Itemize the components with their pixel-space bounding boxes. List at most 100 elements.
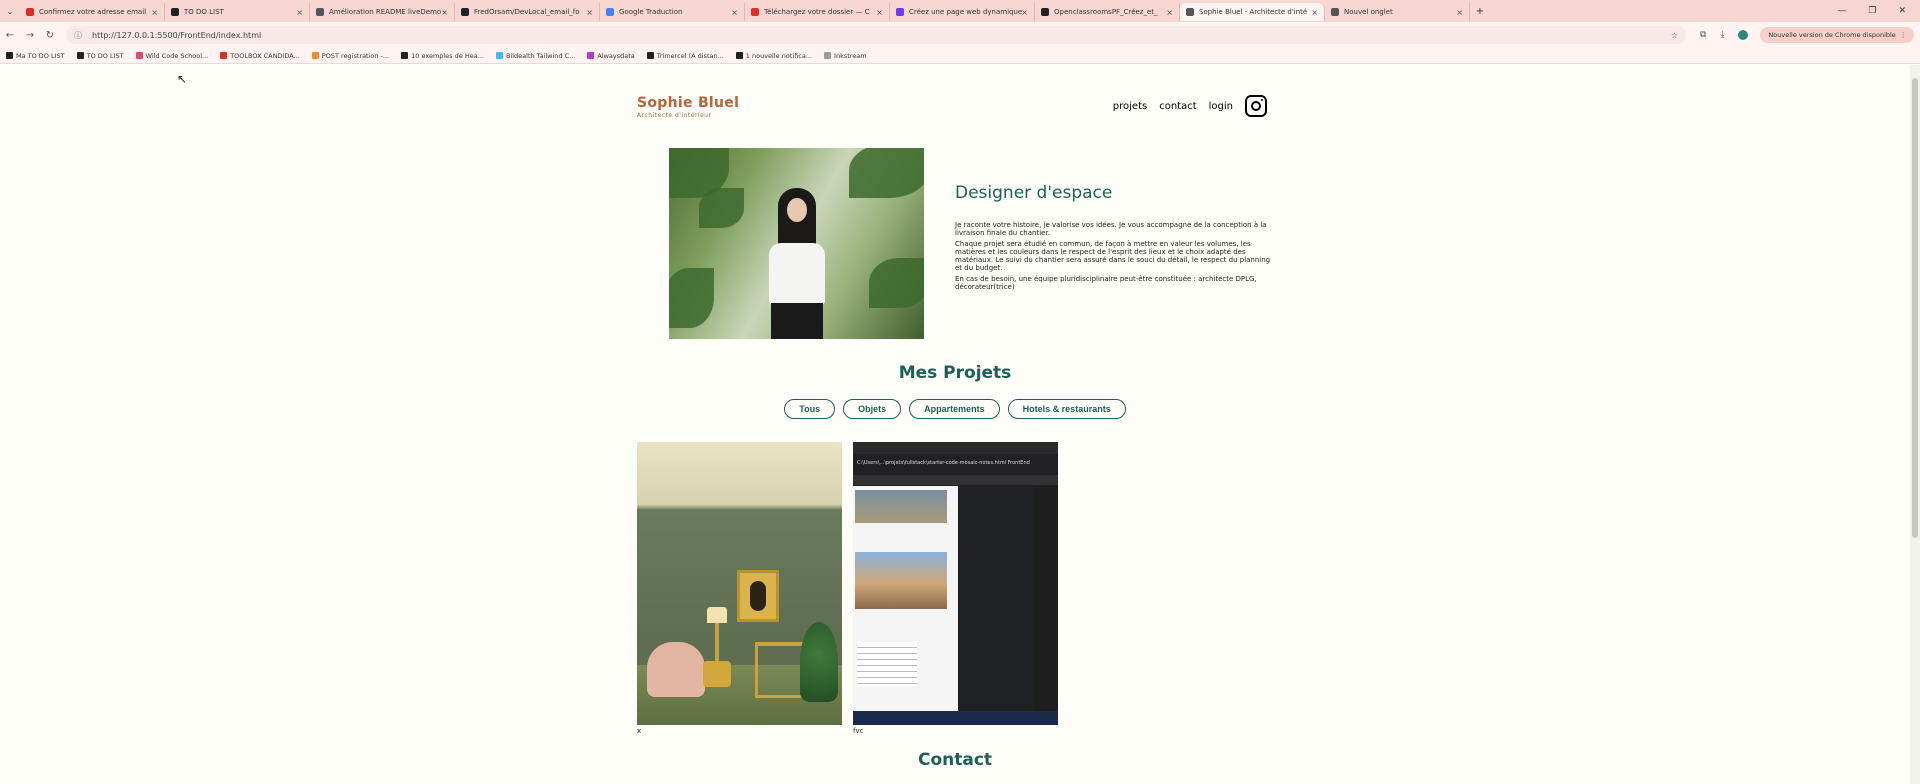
- bookmark-label: Inkstream: [834, 51, 867, 60]
- tab-label: Téléchargez votre dossier — C: [764, 8, 870, 16]
- minimize-icon[interactable]: —: [1837, 6, 1846, 16]
- screenshot-toolbar: [853, 475, 1058, 485]
- bookmark-favicon-icon: [735, 52, 743, 59]
- bookmark-item[interactable]: POST registration -...: [311, 51, 390, 60]
- extensions-icon[interactable]: ⧉: [1700, 30, 1706, 40]
- project-caption: fvc: [853, 727, 864, 735]
- browser-tab-bar: ⌄ Confirmez votre adresse email × TO DO LI…: [0, 0, 1920, 22]
- maximize-icon[interactable]: ❐: [1868, 6, 1876, 16]
- bookmark-favicon-icon: [311, 52, 319, 59]
- bookmark-item[interactable]: Ma TO DO LIST: [6, 52, 65, 60]
- tab-strip: Confirmez votre adresse email × TO DO LIST…: [20, 1, 1470, 21]
- projects-title: Mes Projets: [898, 363, 1012, 383]
- bookmark-label: TO DO LIST: [86, 51, 124, 60]
- leaf-decoration: [699, 188, 744, 228]
- instagram-icon[interactable]: [1245, 95, 1267, 117]
- browser-tab[interactable]: Confirmez votre adresse email ×: [20, 3, 165, 21]
- scrollbar-thumb[interactable]: [1912, 78, 1918, 538]
- address-bar[interactable]: ⓘ http://127.0.0.1:5500/FrontEnd/index.h…: [66, 26, 1686, 44]
- browser-tab[interactable]: Amélioration README liveDemo ×: [310, 3, 455, 21]
- browser-tab[interactable]: TO DO LIST ×: [165, 3, 310, 21]
- bookmark-item[interactable]: Inkstream: [824, 52, 867, 60]
- tab-label: Amélioration README liveDemo: [329, 8, 442, 16]
- project-caption: x: [637, 727, 642, 735]
- new-tab-button[interactable]: +: [1470, 6, 1490, 17]
- tab-close-icon[interactable]: ×: [1311, 8, 1318, 17]
- leaf-decoration: [669, 268, 714, 328]
- profile-avatar[interactable]: [1738, 30, 1749, 40]
- bookmark-label: Wild Code School...: [145, 51, 209, 60]
- chrome-update-button[interactable]: Nouvelle version de Chrome disponible ⋮: [1760, 27, 1915, 43]
- filter-objects-button[interactable]: Objets: [843, 399, 902, 419]
- web-page: Sophie Bluel Architecte d'intérieur proj…: [0, 65, 1910, 784]
- main-nav: projets contact login: [1113, 95, 1267, 117]
- tab-favicon-icon: [1331, 8, 1339, 16]
- tab-favicon-icon: [461, 8, 469, 16]
- bookmark-item[interactable]: Trimercel (À distan...: [646, 52, 724, 60]
- tab-favicon-icon: [606, 8, 614, 16]
- project-image-screenshot: C:\Users\...\projets\fullstack\starter-c…: [853, 442, 1058, 725]
- filter-all-button[interactable]: Tous: [784, 399, 836, 419]
- room-side-table: [703, 661, 731, 687]
- bookmark-star-icon[interactable]: ☆: [1671, 31, 1678, 40]
- bookmark-label: 1 nouvelle notifica...: [745, 51, 813, 60]
- tab-close-icon[interactable]: ×: [441, 8, 448, 17]
- nav-contact-link[interactable]: contact: [1159, 101, 1196, 112]
- bookmark-label: POST registration -...: [321, 51, 390, 60]
- tab-close-icon[interactable]: ×: [151, 8, 158, 17]
- bookmark-item[interactable]: Alwaysdata: [587, 51, 635, 60]
- filter-apartments-button[interactable]: Appartements: [909, 399, 1000, 419]
- bookmark-item[interactable]: Bildealth Tailwind C...: [495, 52, 575, 60]
- browser-tab[interactable]: FredOrsam/DevLocal_email_fo ×: [455, 3, 600, 21]
- reload-icon[interactable]: ↻: [40, 30, 60, 41]
- tab-close-icon[interactable]: ×: [296, 8, 303, 17]
- tab-close-icon[interactable]: ×: [1456, 8, 1463, 17]
- intro-paragraph: Je raconte votre histoire, je valorise v…: [955, 221, 1267, 237]
- mouse-cursor-icon: ↖: [177, 72, 188, 86]
- bookmark-favicon-icon: [76, 52, 84, 59]
- room-artwork: [737, 570, 779, 622]
- project-card[interactable]: x: [637, 442, 842, 735]
- bookmark-item[interactable]: TO DO LIST: [76, 51, 124, 60]
- bookmark-label: Ma TO DO LIST: [16, 51, 65, 60]
- tab-close-icon[interactable]: ×: [586, 8, 593, 17]
- bookmark-label: Alwaysdata: [597, 51, 635, 60]
- nav-projects-link[interactable]: projets: [1113, 101, 1147, 112]
- tab-close-icon[interactable]: ×: [876, 8, 883, 17]
- tab-close-icon[interactable]: ×: [1021, 8, 1028, 17]
- forward-icon[interactable]: →: [20, 30, 40, 41]
- bookmark-item[interactable]: Wild Code School...: [135, 51, 209, 60]
- close-window-icon[interactable]: ✕: [1898, 6, 1906, 16]
- intro-paragraph: En cas de besoin, une équipe pluridiscip…: [955, 275, 1257, 291]
- project-card[interactable]: C:\Users\...\projets\fullstack\starter-c…: [853, 442, 1058, 735]
- browser-tab[interactable]: Créez une page web dynamique ×: [890, 3, 1035, 21]
- downloads-icon[interactable]: ⤓: [1720, 30, 1724, 40]
- tab-close-icon[interactable]: ×: [731, 8, 738, 17]
- portrait-shirt: [769, 243, 825, 305]
- chrome-update-label: Nouvelle version de Chrome disponible: [1768, 31, 1896, 39]
- browser-tab[interactable]: Nouvel onglet ×: [1325, 3, 1470, 21]
- site-info-icon[interactable]: ⓘ: [74, 30, 84, 41]
- filter-hotels-button[interactable]: Hotels & restaurants: [1007, 399, 1126, 419]
- site-logo[interactable]: Sophie Bluel: [637, 95, 739, 111]
- browser-tab[interactable]: Sophie Bluel - Architecte d'inté ×: [1180, 3, 1325, 21]
- tab-favicon-icon: [171, 8, 179, 16]
- tab-search-icon[interactable]: ⌄: [0, 7, 20, 16]
- browser-tab[interactable]: OpenclassroomsPF_Créez_et_ ×: [1035, 3, 1180, 21]
- nav-login-link[interactable]: login: [1209, 101, 1233, 112]
- screenshot-taskbar: [853, 711, 1058, 725]
- kebab-menu-icon: ⋮: [1899, 31, 1907, 39]
- toolbar-icons: ⧉ ⤓: [1700, 30, 1749, 40]
- bookmark-item[interactable]: 10 exemples de Hea...: [401, 52, 484, 60]
- browser-tab[interactable]: Google Traduction ×: [600, 3, 745, 21]
- url-text: http://127.0.0.1:5500/FrontEnd/index.htm…: [92, 30, 262, 40]
- tab-close-icon[interactable]: ×: [1166, 8, 1173, 17]
- bookmark-item[interactable]: 1 nouvelle notifica...: [735, 51, 813, 60]
- bookmarks-bar: Ma TO DO LIST TO DO LIST Wild Code School.…: [0, 48, 1920, 64]
- screenshot-titlebar: [853, 442, 1058, 454]
- bookmark-item[interactable]: TOOLBOX CANDIDA...: [220, 52, 300, 60]
- browser-tab[interactable]: Téléchargez votre dossier — C ×: [745, 3, 890, 21]
- back-icon[interactable]: ←: [0, 30, 20, 41]
- leaf-decoration: [869, 258, 924, 308]
- tab-favicon-icon: [1186, 8, 1194, 16]
